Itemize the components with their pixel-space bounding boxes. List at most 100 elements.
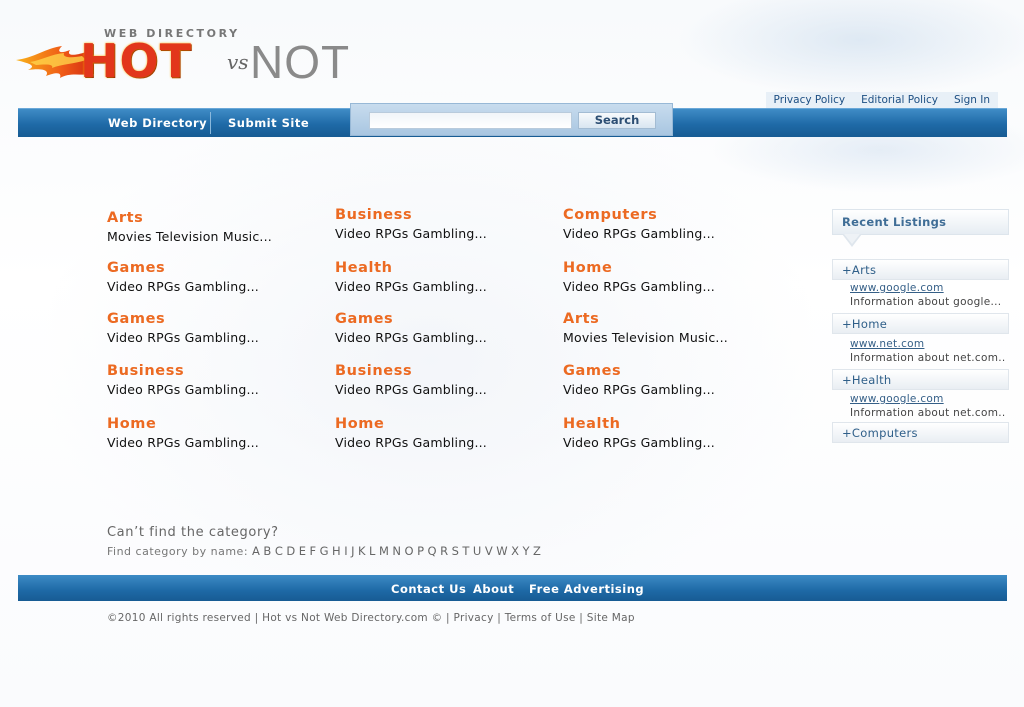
letter-link-t[interactable]: T bbox=[462, 544, 470, 558]
letter-link-w[interactable]: W bbox=[496, 544, 508, 558]
category-title[interactable]: Computers bbox=[563, 206, 783, 224]
search-button[interactable]: Search bbox=[578, 112, 656, 129]
category-title[interactable]: Arts bbox=[107, 209, 327, 227]
nav-submit-site[interactable]: Submit Site bbox=[228, 116, 309, 130]
category-desc: Video RPGs Gambling... bbox=[563, 435, 715, 450]
letter-index: ABCDEFGHIJKLMNOPQRSTUVWXYZ bbox=[252, 544, 544, 558]
category-title[interactable]: Home bbox=[563, 259, 783, 277]
recent-category-computers[interactable]: +Computers bbox=[832, 422, 1009, 443]
letter-link-l[interactable]: L bbox=[369, 544, 376, 558]
category-item[interactable]: Business Video RPGs Gambling... bbox=[107, 362, 327, 398]
category-desc: Video RPGs Gambling... bbox=[563, 279, 715, 294]
logo-vs-text: vs bbox=[227, 50, 249, 74]
category-item[interactable]: Health Video RPGs Gambling... bbox=[335, 259, 555, 295]
category-item[interactable]: Health Video RPGs Gambling... bbox=[563, 415, 783, 451]
category-item[interactable]: Games Video RPGs Gambling... bbox=[107, 310, 327, 346]
search-input[interactable] bbox=[369, 112, 572, 129]
category-item[interactable]: Games Video RPGs Gambling... bbox=[563, 362, 783, 398]
category-item[interactable]: Business Video RPGs Gambling... bbox=[335, 206, 555, 242]
nav-divider bbox=[210, 112, 211, 134]
category-title[interactable]: Business bbox=[335, 206, 555, 224]
recent-listing-url[interactable]: www.google.com bbox=[850, 393, 944, 405]
category-title[interactable]: Arts bbox=[563, 310, 783, 328]
recent-category-home[interactable]: +Home bbox=[832, 313, 1009, 334]
category-title[interactable]: Games bbox=[107, 310, 327, 328]
letter-link-r[interactable]: R bbox=[440, 544, 449, 558]
category-item[interactable]: Home Video RPGs Gambling... bbox=[563, 259, 783, 295]
category-item[interactable]: Home Video RPGs Gambling... bbox=[335, 415, 555, 451]
footer-about[interactable]: About bbox=[473, 582, 514, 596]
category-title[interactable]: Health bbox=[335, 259, 555, 277]
category-item[interactable]: Arts Movies Television Music... bbox=[563, 310, 783, 346]
letter-link-u[interactable]: U bbox=[473, 544, 482, 558]
category-title[interactable]: Games bbox=[563, 362, 783, 380]
category-item[interactable]: Games Video RPGs Gambling... bbox=[335, 310, 555, 346]
search-panel: Search bbox=[350, 103, 673, 136]
nav-web-directory[interactable]: Web Directory bbox=[108, 116, 207, 130]
logo-hot-text: HOT bbox=[80, 34, 192, 88]
letter-link-p[interactable]: P bbox=[417, 544, 424, 558]
letter-link-x[interactable]: X bbox=[511, 544, 519, 558]
letter-link-s[interactable]: S bbox=[452, 544, 460, 558]
letter-link-m[interactable]: M bbox=[379, 544, 389, 558]
letter-link-g[interactable]: G bbox=[320, 544, 329, 558]
category-item[interactable]: Games Video RPGs Gambling... bbox=[107, 259, 327, 295]
letter-link-k[interactable]: K bbox=[358, 544, 366, 558]
letter-link-j[interactable]: J bbox=[351, 544, 355, 558]
category-desc: Video RPGs Gambling... bbox=[563, 382, 715, 397]
letter-link-v[interactable]: V bbox=[485, 544, 493, 558]
letter-link-d[interactable]: D bbox=[286, 544, 295, 558]
sign-in-link[interactable]: Sign In bbox=[946, 92, 998, 108]
category-item[interactable]: Business Video RPGs Gambling... bbox=[335, 362, 555, 398]
letter-link-z[interactable]: Z bbox=[533, 544, 541, 558]
top-links: Privacy Policy Editorial Policy Sign In bbox=[765, 92, 998, 108]
letter-link-h[interactable]: H bbox=[332, 544, 341, 558]
category-item[interactable]: Computers Video RPGs Gambling... bbox=[563, 206, 783, 242]
category-desc: Video RPGs Gambling... bbox=[107, 279, 259, 294]
category-title[interactable]: Games bbox=[107, 259, 327, 277]
recent-listing-info: Information about net.com.. bbox=[850, 352, 1006, 364]
letter-link-q[interactable]: Q bbox=[428, 544, 438, 558]
letter-link-f[interactable]: F bbox=[309, 544, 316, 558]
editorial-policy-link[interactable]: Editorial Policy bbox=[853, 92, 946, 108]
recent-listing-info: Information about google... bbox=[850, 296, 1002, 308]
category-title[interactable]: Games bbox=[335, 310, 555, 328]
category-desc: Video RPGs Gambling... bbox=[335, 435, 487, 450]
category-title[interactable]: Home bbox=[335, 415, 555, 433]
find-by-letter: Find category by name: ABCDEFGHIJKLMNOPQ… bbox=[107, 544, 544, 558]
letter-link-e[interactable]: E bbox=[299, 544, 307, 558]
footer-free-advertising[interactable]: Free Advertising bbox=[529, 582, 644, 596]
category-desc: Video RPGs Gambling... bbox=[335, 226, 487, 241]
site-logo[interactable]: HOT vs NOT bbox=[16, 34, 376, 88]
privacy-policy-link[interactable]: Privacy Policy bbox=[765, 92, 854, 108]
category-title[interactable]: Business bbox=[107, 362, 327, 380]
letter-link-b[interactable]: B bbox=[263, 544, 271, 558]
recent-listing-url[interactable]: www.net.com bbox=[850, 338, 924, 350]
category-item[interactable]: Home Video RPGs Gambling... bbox=[107, 415, 327, 451]
letter-link-a[interactable]: A bbox=[252, 544, 260, 558]
category-title[interactable]: Business bbox=[335, 362, 555, 380]
recent-listings-panel: Recent Listings +Arts www.google.com Inf… bbox=[832, 209, 1009, 443]
category-desc: Video RPGs Gambling... bbox=[107, 435, 259, 450]
category-desc: Movies Television Music... bbox=[563, 330, 728, 345]
category-desc: Video RPGs Gambling... bbox=[563, 226, 715, 241]
letter-link-n[interactable]: N bbox=[392, 544, 401, 558]
letter-link-y[interactable]: Y bbox=[522, 544, 530, 558]
category-desc: Video RPGs Gambling... bbox=[107, 382, 259, 397]
category-desc: Video RPGs Gambling... bbox=[335, 279, 487, 294]
letter-link-c[interactable]: C bbox=[275, 544, 284, 558]
logo-not-text: NOT bbox=[250, 36, 351, 88]
category-title[interactable]: Health bbox=[563, 415, 783, 433]
letter-link-o[interactable]: O bbox=[405, 544, 415, 558]
footer-bar: Contact Us About Free Advertising bbox=[18, 575, 1007, 601]
category-title[interactable]: Home bbox=[107, 415, 327, 433]
recent-category-arts[interactable]: +Arts bbox=[832, 259, 1009, 280]
pointer-arrow-inner bbox=[844, 234, 860, 244]
footer-contact-us[interactable]: Contact Us bbox=[391, 582, 466, 596]
category-desc: Video RPGs Gambling... bbox=[335, 330, 487, 345]
letter-link-i[interactable]: I bbox=[344, 544, 348, 558]
category-item[interactable]: Arts Movies Television Music... bbox=[107, 209, 327, 245]
recent-listing-url[interactable]: www.google.com bbox=[850, 282, 944, 294]
copyright-line: ©2010 All rights reserved | Hot vs Not W… bbox=[107, 612, 635, 624]
recent-category-health[interactable]: +Health bbox=[832, 369, 1009, 390]
